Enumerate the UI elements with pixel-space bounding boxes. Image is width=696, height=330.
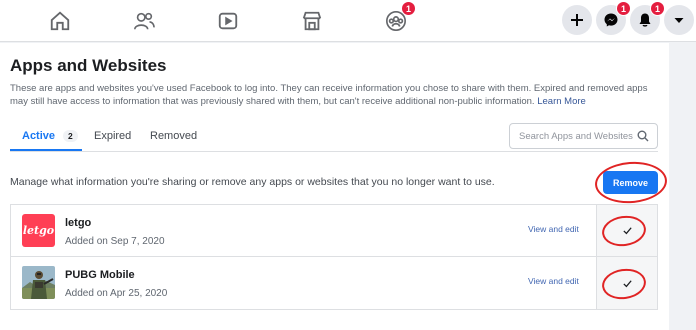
messenger-button[interactable]: 1 bbox=[596, 1, 631, 35]
search-placeholder: Search Apps and Websites bbox=[519, 130, 633, 142]
pubg-logo bbox=[22, 266, 55, 299]
app-row-letgo: letgo letgo Added on Sep 7, 2020 View an… bbox=[11, 205, 657, 257]
account-menu-button[interactable] bbox=[664, 5, 694, 35]
tab-active[interactable]: Active 2 bbox=[22, 130, 78, 142]
tab-active-label: Active bbox=[22, 130, 56, 142]
search-icon bbox=[637, 130, 649, 142]
messenger-badge: 1 bbox=[616, 1, 631, 16]
top-navigation-bar: 1 1 1 bbox=[0, 0, 696, 42]
notifications-button[interactable]: 1 bbox=[630, 1, 665, 35]
app-row-pubg: PUBG Mobile Added on Apr 25, 2020 View a… bbox=[11, 257, 657, 309]
annotation-circle-remove bbox=[593, 159, 669, 206]
search-apps-input[interactable]: Search Apps and Websites bbox=[509, 123, 658, 149]
notifications-badge: 1 bbox=[650, 1, 665, 16]
app-name: letgo bbox=[65, 217, 92, 229]
page-title: Apps and Websites bbox=[10, 56, 167, 75]
friends-icon[interactable] bbox=[126, 7, 162, 35]
app-name: PUBG Mobile bbox=[65, 269, 135, 281]
caret-down-icon bbox=[674, 18, 684, 23]
view-and-edit-link[interactable]: View and edit bbox=[528, 276, 579, 286]
create-button[interactable] bbox=[562, 5, 592, 35]
marketplace-icon[interactable] bbox=[294, 7, 330, 35]
plus-icon bbox=[571, 14, 583, 26]
tab-expired[interactable]: Expired bbox=[94, 130, 131, 142]
app-added-date: Added on Apr 25, 2020 bbox=[65, 288, 168, 299]
learn-more-link[interactable]: Learn More bbox=[537, 96, 586, 107]
tabs-divider bbox=[10, 151, 658, 152]
apps-list: letgo letgo Added on Sep 7, 2020 View an… bbox=[10, 204, 658, 310]
app-added-date: Added on Sep 7, 2020 bbox=[65, 236, 165, 247]
groups-badge: 1 bbox=[401, 1, 416, 16]
home-icon[interactable] bbox=[42, 7, 78, 35]
active-count-badge: 2 bbox=[63, 130, 78, 142]
manage-instructions: Manage what information you're sharing o… bbox=[10, 176, 495, 188]
apps-settings-panel: Apps and Websites These are apps and web… bbox=[0, 43, 669, 330]
watch-icon[interactable] bbox=[210, 7, 246, 35]
page-description: These are apps and websites you've used … bbox=[10, 83, 660, 108]
bell-icon bbox=[639, 13, 651, 27]
groups-icon[interactable]: 1 bbox=[378, 1, 416, 35]
view-and-edit-link[interactable]: View and edit bbox=[528, 224, 579, 234]
messenger-icon bbox=[604, 13, 618, 27]
tab-removed[interactable]: Removed bbox=[150, 130, 197, 142]
letgo-logo: letgo bbox=[22, 214, 55, 247]
